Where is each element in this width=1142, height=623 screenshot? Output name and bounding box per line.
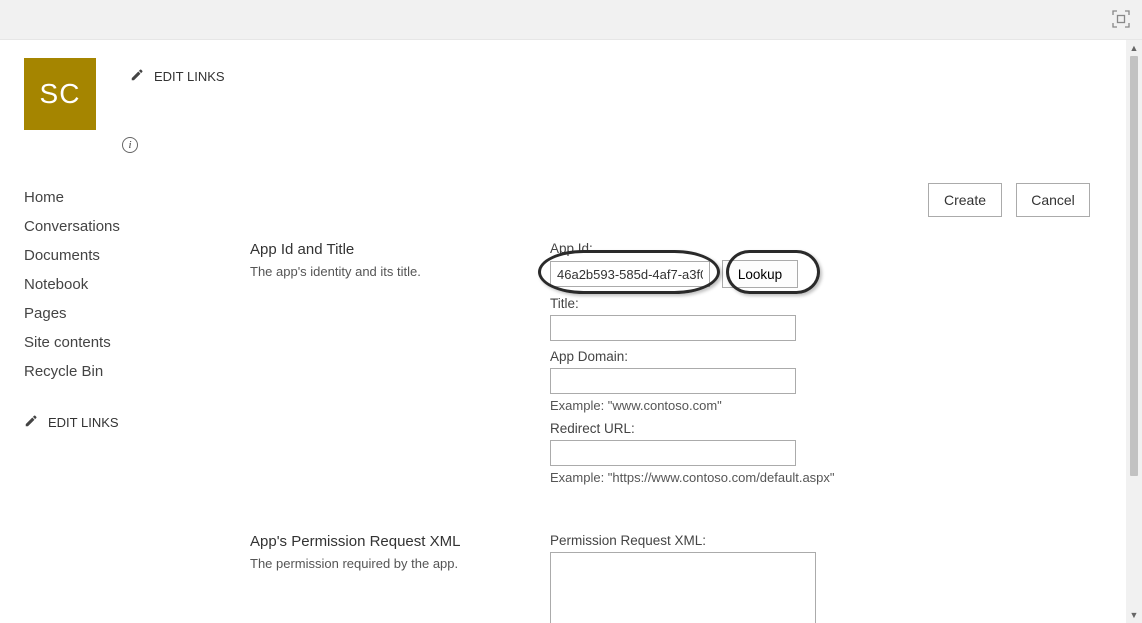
perm-xml-label: Permission Request XML: bbox=[550, 533, 1102, 548]
section-perm-subtitle: The permission required by the app. bbox=[250, 556, 510, 571]
scroll-down-button[interactable]: ▼ bbox=[1126, 607, 1142, 623]
create-button[interactable]: Create bbox=[928, 183, 1002, 217]
nav-home[interactable]: Home bbox=[24, 183, 224, 212]
edit-links-nav-label: EDIT LINKS bbox=[48, 415, 119, 430]
pencil-icon bbox=[130, 68, 144, 85]
title-input[interactable] bbox=[550, 315, 796, 341]
scroll-up-button[interactable]: ▲ bbox=[1126, 40, 1142, 56]
nav-documents[interactable]: Documents bbox=[24, 241, 224, 270]
app-domain-label: App Domain: bbox=[550, 349, 1102, 364]
edit-links-top-label: EDIT LINKS bbox=[154, 69, 225, 84]
nav-recycle-bin[interactable]: Recycle Bin bbox=[24, 357, 224, 386]
perm-xml-textarea[interactable] bbox=[550, 552, 816, 623]
section-appid-subtitle: The app's identity and its title. bbox=[250, 264, 510, 279]
nav-notebook[interactable]: Notebook bbox=[24, 270, 224, 299]
fullscreen-icon[interactable] bbox=[1112, 10, 1130, 28]
site-logo-text: SC bbox=[40, 78, 81, 110]
nav-site-contents[interactable]: Site contents bbox=[24, 328, 224, 357]
lookup-button[interactable]: Lookup bbox=[722, 260, 798, 288]
left-nav: Home Conversations Documents Notebook Pa… bbox=[24, 183, 224, 623]
scrollbar-track[interactable] bbox=[1126, 56, 1142, 607]
edit-links-top[interactable]: EDIT LINKS bbox=[130, 68, 225, 85]
app-id-input[interactable] bbox=[550, 261, 710, 287]
title-label: Title: bbox=[550, 296, 1102, 311]
section-appid-title: App Id and Title bbox=[250, 241, 510, 258]
cancel-button[interactable]: Cancel bbox=[1016, 183, 1090, 217]
form-area: Create Cancel App Id and Title The app's… bbox=[224, 183, 1102, 623]
top-bar bbox=[0, 0, 1142, 40]
site-logo-tile[interactable]: SC bbox=[24, 58, 96, 130]
scrollbar-thumb[interactable] bbox=[1130, 56, 1138, 476]
info-icon[interactable]: i bbox=[122, 137, 138, 153]
section-perm-title: App's Permission Request XML bbox=[250, 533, 510, 550]
redirect-url-hint: Example: "https://www.contoso.com/defaul… bbox=[550, 470, 1102, 485]
redirect-url-input[interactable] bbox=[550, 440, 796, 466]
redirect-url-label: Redirect URL: bbox=[550, 421, 1102, 436]
nav-pages[interactable]: Pages bbox=[24, 299, 224, 328]
app-id-label: App Id: bbox=[550, 241, 1102, 256]
app-domain-hint: Example: "www.contoso.com" bbox=[550, 398, 1102, 413]
edit-links-nav[interactable]: EDIT LINKS bbox=[24, 414, 224, 431]
pencil-icon bbox=[24, 414, 38, 431]
nav-conversations[interactable]: Conversations bbox=[24, 212, 224, 241]
app-domain-input[interactable] bbox=[550, 368, 796, 394]
